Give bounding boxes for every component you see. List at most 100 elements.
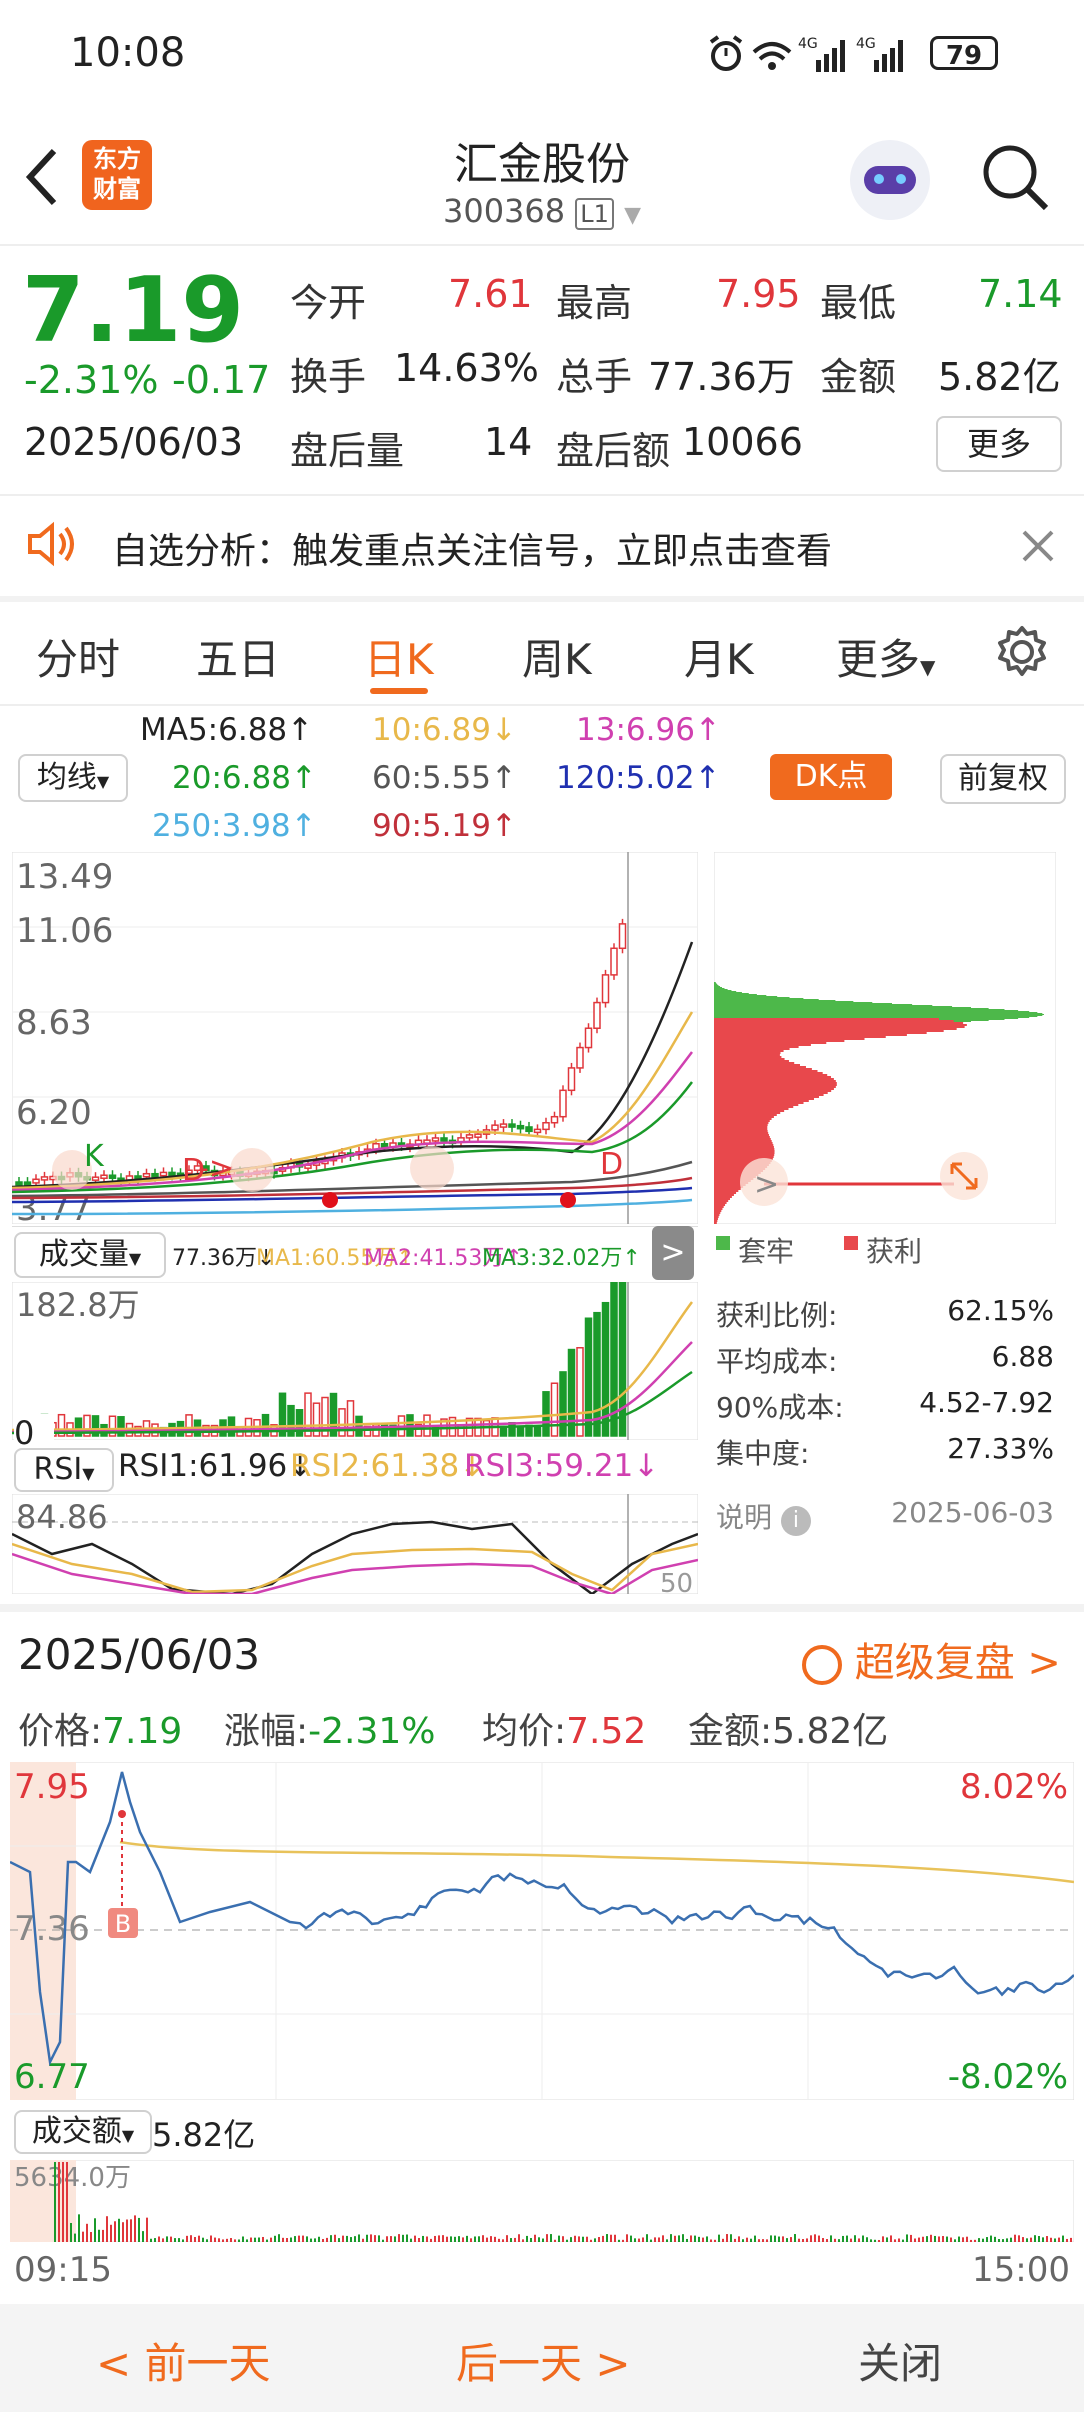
amount-bar <box>986 2237 988 2242</box>
amount-bar <box>718 2234 720 2242</box>
chip-distribution-chart[interactable]: > <box>714 852 1056 1224</box>
amount-bar <box>202 2237 204 2242</box>
settings-gear-icon[interactable] <box>994 624 1050 680</box>
prev-day-button[interactable]: < 前一天 <box>96 2330 271 2391</box>
amount-bar <box>422 2235 424 2242</box>
amount-bar <box>498 2238 500 2242</box>
rsi-selector[interactable]: RSI▼ <box>14 1448 114 1492</box>
volume-chart[interactable]: 182.8万 <box>12 1282 698 1440</box>
amount-bar <box>526 2235 528 2242</box>
candle <box>559 1089 567 1118</box>
dropdown-icon: ▼ <box>624 203 642 228</box>
after-volume-value: 14 <box>484 420 533 464</box>
volume-bar <box>533 1425 542 1437</box>
search-icon[interactable] <box>980 142 1052 214</box>
collapse-arrow-icon[interactable]: > <box>652 1226 694 1280</box>
amount-bar <box>946 2236 948 2242</box>
amount-bar <box>678 2235 680 2242</box>
amount-bar <box>1050 2237 1052 2242</box>
candle <box>40 1176 49 1181</box>
super-replay-link[interactable]: 超级复盘 > <box>802 1630 1061 1688</box>
chip-bar <box>714 1074 828 1076</box>
chip-bar <box>714 1208 723 1210</box>
ma5-value: MA5:6.88↑ <box>140 712 314 748</box>
amount-bar <box>334 2234 336 2242</box>
chip-bar <box>714 1030 944 1032</box>
rsi-chart[interactable]: 84.86 50 <box>12 1494 698 1594</box>
amount-bar <box>554 2239 556 2242</box>
chip-bar <box>714 1144 774 1146</box>
tab-daily-k[interactable]: 日K <box>364 626 434 687</box>
amount-bar <box>394 2236 396 2242</box>
close-icon[interactable] <box>1020 528 1056 564</box>
amount-bar <box>222 2239 224 2242</box>
amount-bar <box>670 2234 672 2242</box>
amount-bar <box>94 2218 96 2242</box>
time-end: 15:00 <box>972 2250 1070 2290</box>
intraday-pct-top: 8.02% <box>960 1767 1068 1807</box>
intraday-chart[interactable]: 7.95 7.36 6.77 8.02% -8.02% B <box>10 1762 1074 2100</box>
amount-bar <box>118 2218 120 2242</box>
chip-bar <box>714 1068 812 1070</box>
amount-bar <box>578 2236 580 2242</box>
amount-bar <box>370 2234 372 2242</box>
amount-bar <box>342 2235 344 2242</box>
chip-note-link[interactable]: 说明 i <box>716 1496 811 1536</box>
candle <box>533 1128 542 1134</box>
volume-selector[interactable]: 成交量▼ <box>14 1232 166 1278</box>
banner-text[interactable]: 自选分析：触发重点关注信号，立即点击查看 <box>112 522 832 574</box>
chip-bar <box>714 1002 873 1003</box>
amount-bar <box>1006 2238 1008 2242</box>
chip-bar <box>714 1136 770 1138</box>
chip-bar <box>714 1001 854 1002</box>
close-button[interactable]: 关闭 <box>858 2330 942 2391</box>
amount-bar <box>482 2235 484 2242</box>
rsi-bottom-label: 50 <box>660 1569 693 1594</box>
amount-bar <box>790 2237 792 2242</box>
volume-bar <box>576 1347 584 1437</box>
chip-bar <box>714 994 757 995</box>
tab-monthly-k[interactable]: 月K <box>684 626 754 687</box>
tab-weekly-k[interactable]: 周K <box>522 626 592 687</box>
amount-bar <box>922 2236 924 2242</box>
amount-bar <box>738 2236 740 2242</box>
amount-bar <box>330 2235 332 2242</box>
amount-bar <box>258 2237 260 2242</box>
chip-bar <box>714 1044 811 1046</box>
robot-avatar-icon[interactable] <box>850 140 930 220</box>
amount-bar <box>658 2237 660 2242</box>
candle <box>142 1172 151 1178</box>
amount-bar <box>194 2237 196 2242</box>
intraday-pct-bot: -8.02% <box>948 2057 1068 2097</box>
amount-bar <box>54 2162 56 2242</box>
amount-bar <box>806 2238 808 2242</box>
amount-selector[interactable]: 成交额▼ <box>14 2110 152 2154</box>
price-adjust-button[interactable]: 前复权 <box>940 754 1066 804</box>
volume-bar <box>559 1371 567 1437</box>
more-button[interactable]: 更多 <box>936 416 1062 472</box>
chip-bar <box>714 996 778 997</box>
kline-chart[interactable]: 13.49 11.06 8.63 6.20 3.77 K D -> D <box>12 852 698 1224</box>
intraday-y-bot: 6.77 <box>14 2057 90 2097</box>
next-day-button[interactable]: 后一天 > <box>456 2330 631 2391</box>
amount-bar <box>510 2238 512 2242</box>
amount-bar <box>746 2237 748 2242</box>
amount-bar <box>210 2235 212 2242</box>
volume-bar <box>499 1426 508 1437</box>
chip-bar <box>714 1110 785 1112</box>
dk-point-button[interactable]: DK点 <box>770 754 892 800</box>
amount-bar <box>238 2239 240 2242</box>
candle <box>100 1174 108 1179</box>
amount-bar <box>862 2235 864 2242</box>
volume-bar <box>261 1413 270 1437</box>
alarm-icon <box>709 35 743 71</box>
tab-five-day[interactable]: 五日 <box>196 626 280 687</box>
tab-intraday[interactable]: 分时 <box>36 626 120 687</box>
intraday-avg: 均价:7.52 <box>482 1711 647 1752</box>
tab-more[interactable]: 更多▼ <box>836 626 935 687</box>
amount-bar <box>938 2236 940 2242</box>
chip-bar <box>714 1212 721 1214</box>
ma-selector[interactable]: 均线▼ <box>18 754 128 802</box>
chip-label: 平均成本: <box>716 1345 838 1378</box>
chip-value: 27.33% <box>947 1432 1054 1465</box>
